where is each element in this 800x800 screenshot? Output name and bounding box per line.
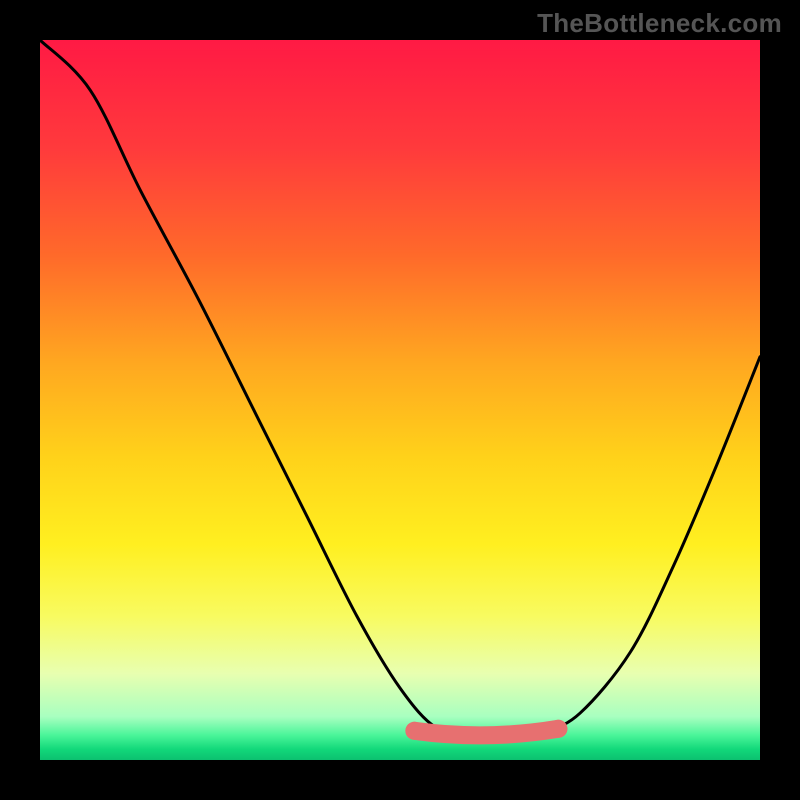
chart-container: TheBottleneck.com (0, 0, 800, 800)
heatmap-gradient-background (40, 40, 760, 760)
plot-area (40, 40, 760, 760)
watermark-text: TheBottleneck.com (537, 8, 782, 39)
